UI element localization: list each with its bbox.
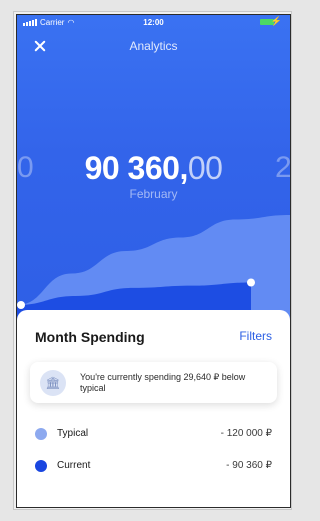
- next-amount-partial[interactable]: 2: [275, 148, 290, 188]
- analytics-hero: Carrier ◠ 12:00 ⚡ Analytics 0 90 360,00 …: [17, 15, 290, 325]
- spending-info-card: 🏛 You're currently spending 29,640 ₽ bel…: [30, 362, 277, 403]
- amount-integer: 90 360,: [84, 150, 189, 186]
- page-title: Analytics: [129, 39, 178, 53]
- bank-icon: 🏛: [40, 370, 66, 396]
- filters-link[interactable]: Filters: [239, 329, 272, 343]
- spending-info-text: You're currently spending 29,640 ₽ below…: [80, 372, 246, 393]
- amount-carousel[interactable]: 0 90 360,00 2: [17, 148, 290, 188]
- app-screen: Carrier ◠ 12:00 ⚡ Analytics 0 90 360,00 …: [16, 14, 291, 508]
- charging-icon: ⚡: [270, 16, 282, 26]
- legend-label-current: Current: [57, 460, 91, 471]
- status-time: 12:00: [143, 18, 164, 27]
- typical-dot: [35, 428, 47, 440]
- legend-value-typical: - 120 000 ₽: [220, 428, 272, 439]
- month-label: February: [129, 187, 178, 201]
- sheet-title: Month Spending: [35, 329, 145, 345]
- legend-row-current: Current - 90 360 ₽: [35, 458, 272, 474]
- start-point: [17, 301, 25, 309]
- month-spending-sheet: Month Spending Filters 🏛 You're currentl…: [17, 310, 290, 507]
- current-dot: [35, 460, 47, 472]
- amount-cents: 00: [187, 150, 223, 186]
- legend-value-current: - 90 360 ₽: [226, 460, 272, 471]
- legend-row-typical: Typical - 120 000 ₽: [35, 426, 272, 442]
- status-bar: Carrier ◠ 12:00 ⚡: [17, 15, 290, 31]
- legend-label-typical: Typical: [57, 428, 89, 439]
- current-amount: 90 360,00: [17, 148, 290, 188]
- current-end-point[interactable]: [247, 278, 255, 287]
